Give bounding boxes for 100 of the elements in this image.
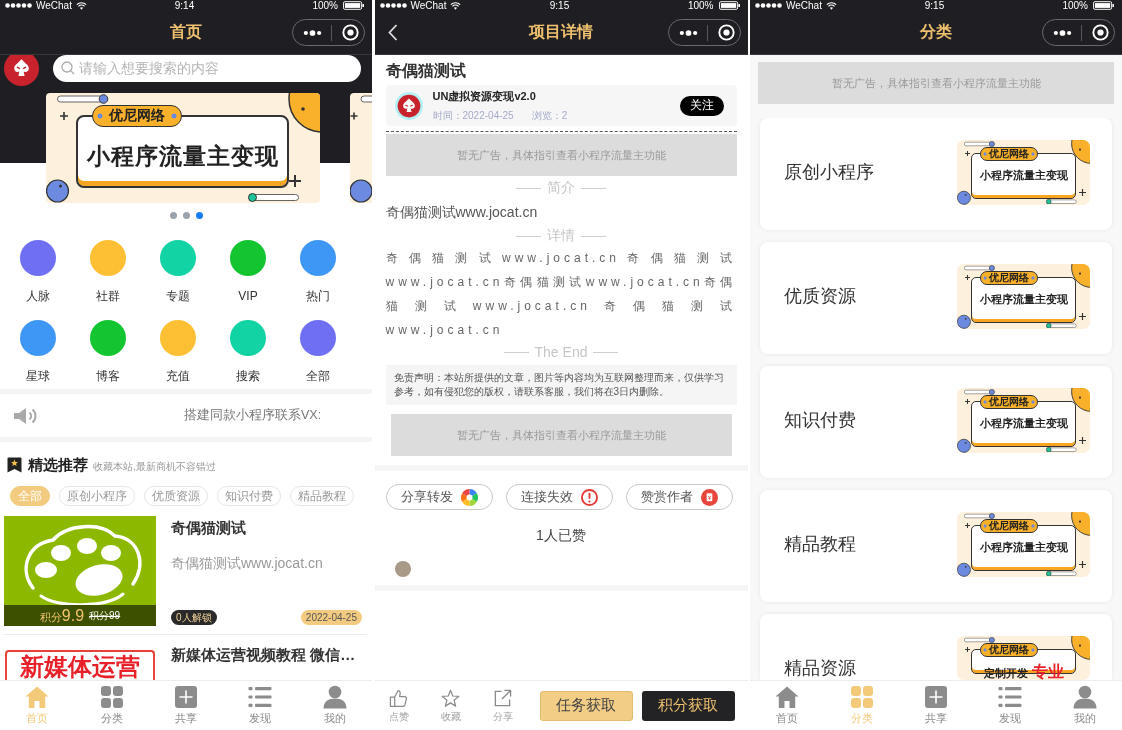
status-time: 9:15	[924, 0, 945, 11]
banner-headline: 小程序流量主变现	[979, 540, 1068, 554]
tab-item[interactable]: 共享	[924, 681, 948, 725]
status-time: 9:14	[174, 0, 195, 11]
promo-banner[interactable]: 优尼网络 小程序流量主变现	[46, 93, 320, 203]
plus-icon	[965, 647, 970, 652]
slider-icon	[964, 141, 996, 147]
category-card[interactable]: 精品资源 优尼网络 定制开发 专业	[760, 614, 1112, 680]
slider-icon	[248, 193, 299, 202]
shortcut-button[interactable]: 人脉	[20, 240, 56, 304]
shortcut-button[interactable]: 博客	[90, 320, 126, 384]
aperture-icon	[460, 488, 478, 506]
shortcut-button[interactable]: 热门	[300, 240, 336, 304]
slider-icon	[1046, 322, 1077, 328]
shortcut-button[interactable]: VIP	[230, 240, 266, 304]
like-count: 1人已赞	[536, 526, 586, 545]
banner-headline: 小程序流量主变现	[979, 168, 1068, 182]
plus-icon	[965, 275, 970, 280]
publish-time: 时间：2022-04-25	[432, 109, 514, 122]
shortcut-button[interactable]: 专题	[160, 240, 196, 304]
notice-text: 搭建同款小程序联系VX:	[184, 407, 322, 424]
grid-icon	[849, 685, 874, 709]
target-circle-icon[interactable]	[717, 24, 735, 41]
carrier-name: WeChat	[786, 0, 822, 11]
spade-logo-icon	[4, 55, 39, 86]
search-field[interactable]: 请输入想要搜索的内容	[53, 55, 361, 82]
tab-item[interactable]: 发现	[998, 681, 1023, 725]
banner-tag: 优尼网络	[980, 643, 1038, 657]
plus-icon	[965, 523, 970, 528]
shortcut-button[interactable]: 全部	[300, 320, 336, 384]
plus-square-icon	[174, 685, 198, 709]
plus-icon	[60, 112, 68, 120]
battery-percent: 100%	[1062, 0, 1088, 11]
more-dots-icon[interactable]	[1053, 29, 1072, 36]
share-forward-button[interactable]: 分享转发	[385, 484, 493, 510]
tab-item[interactable]: 我的	[322, 681, 347, 725]
plus-icon	[965, 151, 970, 156]
category-card[interactable]: 原创小程序 优尼网络 小程序流量主变现	[760, 118, 1112, 230]
category-label: 精品教程	[784, 533, 856, 556]
report-link-button[interactable]: 连接失效	[505, 484, 613, 510]
date-badge: 2022-04-25	[300, 610, 362, 625]
tab-item[interactable]: 首页	[775, 681, 800, 725]
search-icon	[61, 61, 75, 75]
slider-icon	[57, 94, 109, 104]
home-icon	[775, 685, 800, 709]
task-button[interactable]: 任务获取	[539, 690, 633, 721]
shortcut-button[interactable]: 搜索	[230, 320, 266, 384]
view-count: 浏览：2	[531, 109, 568, 122]
reward-author-button[interactable]: 赞赏作者	[625, 484, 733, 510]
category-label: 精品资源	[784, 657, 856, 680]
category-card[interactable]: 精品教程 优尼网络 小程序流量主变现	[760, 490, 1112, 602]
banner-headline: 小程序流量主变现	[86, 142, 279, 170]
signal-icon	[379, 3, 407, 8]
tab-item[interactable]: 分类	[99, 681, 124, 725]
signal-icon	[755, 3, 782, 8]
category-label: 知识付费	[784, 409, 856, 432]
shortcut-button[interactable]: 社群	[90, 240, 126, 304]
more-dots-icon[interactable]	[678, 29, 698, 36]
banner-headline: 小程序流量主变现	[979, 292, 1068, 306]
shortcut-button[interactable]: 星球	[20, 320, 56, 384]
unlock-count-badge: 0人解锁	[171, 610, 217, 625]
star-icon	[441, 688, 460, 708]
item-description: 奇偶猫测试www.jocat.cn	[171, 554, 323, 572]
plus-icon	[965, 399, 970, 404]
category-card[interactable]: 优质资源 优尼网络 小程序流量主变现	[760, 242, 1112, 354]
share-icon	[493, 688, 512, 708]
battery-icon	[718, 1, 740, 10]
shortcut-button[interactable]: 充值	[160, 320, 196, 384]
more-dots-icon[interactable]	[303, 29, 322, 36]
list-icon	[248, 685, 273, 709]
slider-icon	[964, 389, 996, 395]
category-card[interactable]: 知识付费 优尼网络 小程序流量主变现	[760, 366, 1112, 478]
plus-icon	[1079, 437, 1086, 444]
plus-square-icon	[924, 685, 948, 709]
plus-icon	[289, 175, 301, 187]
item-title[interactable]: 新媒体运营视频教程 微信…	[171, 645, 356, 665]
tab-item[interactable]: 发现	[248, 681, 273, 725]
target-circle-icon[interactable]	[342, 24, 359, 41]
tab-item[interactable]: 我的	[1072, 681, 1097, 725]
home-icon	[25, 685, 50, 709]
page-title: 项目详情	[529, 22, 593, 42]
item-title[interactable]: 奇偶猫测试	[171, 518, 246, 538]
battery-icon	[1093, 1, 1114, 10]
target-circle-icon[interactable]	[1092, 24, 1109, 41]
banner-tag: 优尼网络	[92, 105, 182, 127]
back-icon[interactable]	[387, 24, 398, 41]
original-price: 积分99	[89, 608, 121, 623]
page-title: 首页	[170, 22, 202, 42]
follow-button[interactable]: 关注	[679, 95, 724, 116]
tab-item[interactable]: 共享	[174, 681, 198, 725]
section-subtitle: 收藏本站,最新商机不容错过	[93, 459, 216, 474]
author-name: UN虚拟资源变现v2.0	[432, 89, 536, 103]
list-icon	[998, 685, 1023, 709]
project-title: 奇偶猫测试	[385, 61, 466, 81]
points-button[interactable]: 积分获取	[641, 690, 735, 721]
thumbs-up-icon	[389, 688, 408, 708]
plus-icon	[1079, 189, 1086, 196]
banner-headline: 定制开发	[983, 666, 1028, 680]
banner-tag: 优尼网络	[980, 519, 1038, 533]
banner-tag: 优尼网络	[980, 395, 1038, 409]
